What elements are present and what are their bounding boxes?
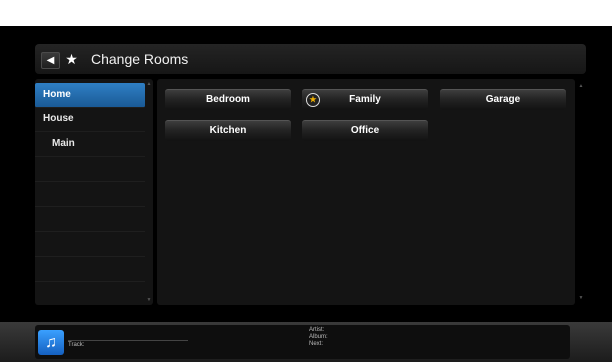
back-arrow-icon: ◀ — [46, 55, 55, 66]
scroll-up-icon[interactable]: ▲ — [578, 83, 584, 89]
room-label: Kitchen — [209, 125, 247, 136]
music-note-icon[interactable]: ♫ — [38, 330, 64, 355]
room-label: Garage — [485, 94, 521, 105]
scroll-down-icon[interactable]: ▼ — [146, 297, 152, 303]
track-progress — [68, 340, 188, 341]
divider — [35, 181, 145, 182]
sidebar-item-label: Home — [43, 89, 71, 100]
room-label: Family — [349, 94, 381, 105]
sidebar-item-main[interactable]: Main — [35, 132, 145, 157]
room-group-sidebar: Home House Main ▲ ▼ — [35, 79, 153, 305]
page-title: Change Rooms — [91, 51, 189, 67]
room-label: Bedroom — [206, 94, 250, 105]
sidebar-scrollbar[interactable]: ▲ ▼ — [146, 81, 152, 303]
room-button-garage[interactable]: Garage — [440, 89, 566, 110]
sidebar-item-label: Main — [52, 138, 75, 149]
divider — [35, 281, 145, 282]
sidebar-item-home[interactable]: Home — [35, 83, 145, 108]
favorites-button[interactable]: ★ — [63, 51, 80, 67]
header-bar: ◀ ★ Change Rooms — [35, 44, 586, 74]
divider — [35, 256, 145, 257]
track-label: Track: — [68, 342, 85, 348]
room-button-kitchen[interactable]: Kitchen — [165, 120, 291, 141]
scroll-up-icon[interactable]: ▲ — [146, 81, 152, 87]
star-icon: ★ — [65, 51, 78, 67]
room-label: Office — [350, 125, 380, 136]
room-button-family[interactable]: ★ Family — [302, 89, 428, 110]
main-scrollbar[interactable]: ▲ ▼ — [578, 79, 585, 305]
room-button-bedroom[interactable]: Bedroom — [165, 89, 291, 110]
next-label: Next: — [309, 341, 324, 347]
sidebar-item-house[interactable]: House — [35, 107, 145, 132]
top-border — [0, 0, 612, 26]
divider — [35, 231, 145, 232]
scroll-down-icon[interactable]: ▼ — [578, 295, 584, 301]
room-button-office[interactable]: Office — [302, 120, 428, 141]
room-grid — [157, 79, 575, 305]
favorite-star-icon: ★ — [306, 93, 320, 107]
sidebar-item-label: House — [43, 113, 74, 124]
back-button[interactable]: ◀ — [41, 52, 60, 69]
now-playing-panel — [35, 325, 570, 359]
artist-label: Artist: — [309, 327, 325, 333]
divider — [35, 206, 145, 207]
album-label: Album: — [309, 334, 328, 340]
